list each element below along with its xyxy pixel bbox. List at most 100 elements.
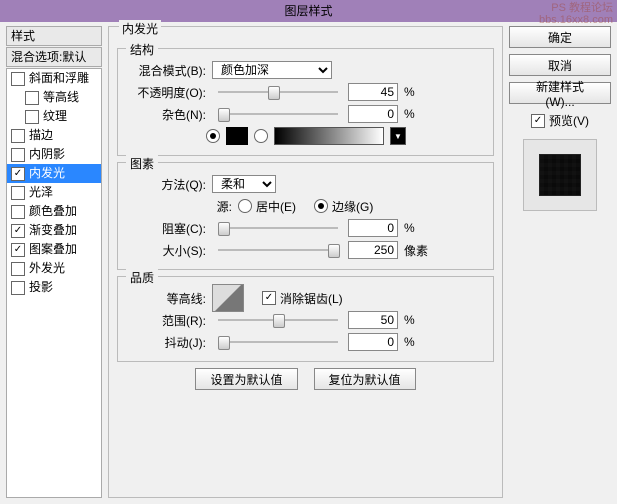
jitter-slider[interactable] [218, 335, 338, 349]
right-panel: 确定 取消 新建样式(W)... 预览(V) [509, 26, 611, 498]
preview-box [523, 139, 597, 211]
pct-label: % [404, 335, 415, 349]
style-item-label: 内阴影 [29, 145, 65, 164]
jitter-label: 抖动(J): [128, 334, 208, 351]
style-item-4[interactable]: 内阴影 [7, 145, 101, 164]
pct-label: % [404, 107, 415, 121]
style-checkbox[interactable] [11, 129, 25, 143]
size-unit-label: 像素 [404, 242, 428, 259]
new-style-button[interactable]: 新建样式(W)... [509, 82, 611, 104]
style-item-label: 内发光 [29, 164, 65, 183]
style-item-label: 投影 [29, 278, 53, 297]
source-center-radio[interactable] [238, 199, 252, 213]
contour-label: 等高线: [128, 290, 208, 307]
contour-picker[interactable] [212, 284, 244, 312]
style-item-label: 纹理 [43, 107, 67, 126]
style-checkbox[interactable] [11, 167, 25, 181]
technique-label: 方法(Q): [128, 176, 208, 193]
technique-select[interactable]: 柔和 [212, 175, 276, 193]
size-input[interactable] [348, 241, 398, 259]
blend-mode-label: 混合模式(B): [128, 62, 208, 79]
style-checkbox[interactable] [11, 186, 25, 200]
group-elements: 图素 方法(Q): 柔和 源: 居中(E) 边缘(G) 阻塞(C): [117, 162, 494, 270]
style-item-5[interactable]: 内发光 [7, 164, 101, 183]
noise-slider[interactable] [218, 107, 338, 121]
style-checkbox[interactable] [11, 205, 25, 219]
pct-label: % [404, 221, 415, 235]
gradient-radio[interactable] [254, 129, 268, 143]
style-item-8[interactable]: 渐变叠加 [7, 221, 101, 240]
style-item-label: 描边 [29, 126, 53, 145]
style-checkbox[interactable] [11, 72, 25, 86]
color-swatch[interactable] [226, 127, 248, 145]
style-item-6[interactable]: 光泽 [7, 183, 101, 202]
range-label: 范围(R): [128, 312, 208, 329]
source-center-label: 居中(E) [256, 198, 296, 215]
preview-label: 预览(V) [549, 112, 589, 129]
size-slider[interactable] [218, 243, 338, 257]
style-item-label: 渐变叠加 [29, 221, 77, 240]
style-item-label: 等高线 [43, 88, 79, 107]
source-label: 源: [128, 198, 234, 215]
styles-sidebar: 样式 混合选项:默认 斜面和浮雕等高线纹理描边内阴影内发光光泽颜色叠加渐变叠加图… [6, 26, 102, 498]
style-item-10[interactable]: 外发光 [7, 259, 101, 278]
styles-list: 斜面和浮雕等高线纹理描边内阴影内发光光泽颜色叠加渐变叠加图案叠加外发光投影 [6, 68, 102, 498]
watermark: PS 教程论坛bbs.16xx8.com [539, 2, 613, 26]
range-input[interactable] [348, 311, 398, 329]
sidebar-blending-options[interactable]: 混合选项:默认 [6, 47, 102, 67]
source-edge-radio[interactable] [314, 199, 328, 213]
style-item-label: 图案叠加 [29, 240, 77, 259]
choke-input[interactable] [348, 219, 398, 237]
reset-default-button[interactable]: 复位为默认值 [314, 368, 416, 390]
style-item-label: 颜色叠加 [29, 202, 77, 221]
titlebar: 图层样式 [0, 0, 617, 22]
group-structure: 结构 混合模式(B): 颜色加深 不透明度(O): % 杂色(N): % [117, 48, 494, 156]
antialias-label: 消除锯齿(L) [280, 290, 343, 307]
size-label: 大小(S): [128, 242, 208, 259]
style-checkbox[interactable] [25, 110, 39, 124]
noise-label: 杂色(N): [128, 106, 208, 123]
style-item-11[interactable]: 投影 [7, 278, 101, 297]
group-quality: 品质 等高线: 消除锯齿(L) 范围(R): % 抖动(J): [117, 276, 494, 362]
group-title-structure: 结构 [126, 41, 158, 58]
style-item-label: 外发光 [29, 259, 65, 278]
make-default-button[interactable]: 设置为默认值 [195, 368, 297, 390]
panel-title: 内发光 [119, 20, 161, 37]
opacity-slider[interactable] [218, 85, 338, 99]
style-item-label: 光泽 [29, 183, 53, 202]
choke-label: 阻塞(C): [128, 220, 208, 237]
style-item-7[interactable]: 颜色叠加 [7, 202, 101, 221]
group-title-quality: 品质 [126, 269, 158, 286]
antialias-checkbox[interactable] [262, 291, 276, 305]
blend-mode-select[interactable]: 颜色加深 [212, 61, 332, 79]
jitter-input[interactable] [348, 333, 398, 351]
opacity-label: 不透明度(O): [128, 84, 208, 101]
group-title-elements: 图素 [126, 155, 158, 172]
style-item-1[interactable]: 等高线 [7, 88, 101, 107]
style-checkbox[interactable] [11, 281, 25, 295]
range-slider[interactable] [218, 313, 338, 327]
style-item-0[interactable]: 斜面和浮雕 [7, 69, 101, 88]
style-item-3[interactable]: 描边 [7, 126, 101, 145]
cancel-button[interactable]: 取消 [509, 54, 611, 76]
style-checkbox[interactable] [11, 148, 25, 162]
preview-thumbnail [539, 154, 581, 196]
ok-button[interactable]: 确定 [509, 26, 611, 48]
opacity-input[interactable] [348, 83, 398, 101]
style-checkbox[interactable] [11, 243, 25, 257]
style-checkbox[interactable] [25, 91, 39, 105]
source-edge-label: 边缘(G) [332, 198, 373, 215]
style-item-9[interactable]: 图案叠加 [7, 240, 101, 259]
style-checkbox[interactable] [11, 224, 25, 238]
gradient-dropdown-icon[interactable]: ▼ [390, 127, 406, 145]
style-item-2[interactable]: 纹理 [7, 107, 101, 126]
style-item-label: 斜面和浮雕 [29, 69, 89, 88]
gradient-picker[interactable] [274, 127, 384, 145]
noise-input[interactable] [348, 105, 398, 123]
choke-slider[interactable] [218, 221, 338, 235]
preview-checkbox[interactable] [531, 114, 545, 128]
sidebar-header[interactable]: 样式 [6, 26, 102, 46]
style-checkbox[interactable] [11, 262, 25, 276]
pct-label: % [404, 85, 415, 99]
color-radio[interactable] [206, 129, 220, 143]
